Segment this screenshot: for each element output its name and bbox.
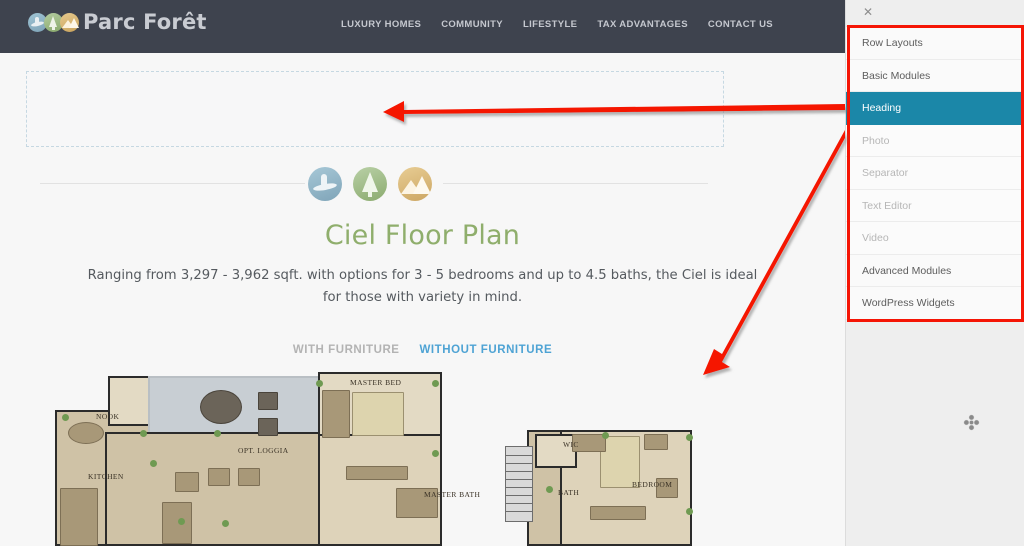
brand-name: Parc Forêt [83,10,207,34]
module-panel: ✕ Row Layouts Basic Modules Heading Phot… [845,0,1024,546]
module-drop-zone[interactable] [26,71,724,147]
page-title: Ciel Floor Plan [324,220,521,251]
module-item-row-layouts[interactable]: Row Layouts [846,27,1024,60]
floorplan-label-nook: NOOK [96,412,120,421]
tree-icon [353,167,387,201]
floorplan-image: NOOK KITCHEN OPT. LOGGIA MASTER BED MAST… [0,368,845,546]
nav-item-lifestyle[interactable]: LIFESTYLE [523,19,577,30]
floorplan-label-wic-top: WIC [563,440,579,449]
hero-icon-group [308,167,432,201]
module-item-separator[interactable]: Separator [846,157,1024,190]
tab-with-furniture[interactable]: WITH FURNITURE [293,344,400,356]
module-item-heading[interactable]: Heading [846,92,1024,125]
nav-item-community[interactable]: COMMUNITY [441,19,503,30]
screen: Parc Forêt LUXURY HOMES COMMUNITY LIFEST… [0,0,1024,546]
floorplan-label-opt-loggia: OPT. LOGGIA [238,446,289,455]
panel-titlebar: ✕ [846,0,1024,26]
website-preview: Parc Forêt LUXURY HOMES COMMUNITY LIFEST… [0,0,845,546]
module-item-photo[interactable]: Photo [846,124,1024,157]
floorplan-label-bedroom: BEDROOM [632,480,673,489]
mountain-icon [60,12,79,32]
floorplan-label-bath: BATH [558,488,580,497]
module-list: Row Layouts Basic Modules Heading Photo … [846,26,1024,320]
floorplan-label-kitchen: KITCHEN [88,472,124,481]
floorplan-label-master-bath: MASTER BATH [424,490,481,499]
module-item-advanced-modules[interactable]: Advanced Modules [846,254,1024,287]
nav-item-luxury-homes[interactable]: LUXURY HOMES [341,19,421,30]
hero-subtitle: Ranging from 3,297 - 3,962 sqft. with op… [87,268,758,305]
hero-divider [0,160,845,206]
brand-logo[interactable]: Parc Forêt [28,10,207,34]
furniture-toggle: WITH FURNITURE WITHOUT FURNITURE [0,344,845,356]
move-cursor [963,414,980,431]
close-icon[interactable]: ✕ [860,4,876,20]
module-item-video[interactable]: Video [846,222,1024,255]
main-nav: LUXURY HOMES COMMUNITY LIFESTYLE TAX ADV… [341,19,773,30]
mountain-icon [398,167,432,201]
module-item-text-editor[interactable]: Text Editor [846,189,1024,222]
module-item-basic-modules[interactable]: Basic Modules [846,59,1024,92]
hero-section: Ciel Floor Plan Ranging from 3,297 - 3,9… [0,160,845,309]
tab-without-furniture[interactable]: WITHOUT FURNITURE [420,344,553,356]
divider-line-right [443,183,708,184]
divider-line-left [40,183,305,184]
river-icon [308,167,342,201]
floorplan-label-master-bed: MASTER BED [350,378,402,387]
site-header: Parc Forêt LUXURY HOMES COMMUNITY LIFEST… [0,0,845,53]
nav-item-contact-us[interactable]: CONTACT US [708,19,773,30]
nav-item-tax-advantages[interactable]: TAX ADVANTAGES [597,19,688,30]
brand-icon-group [28,12,79,32]
module-item-wordpress-widgets[interactable]: WordPress Widgets [846,287,1024,320]
